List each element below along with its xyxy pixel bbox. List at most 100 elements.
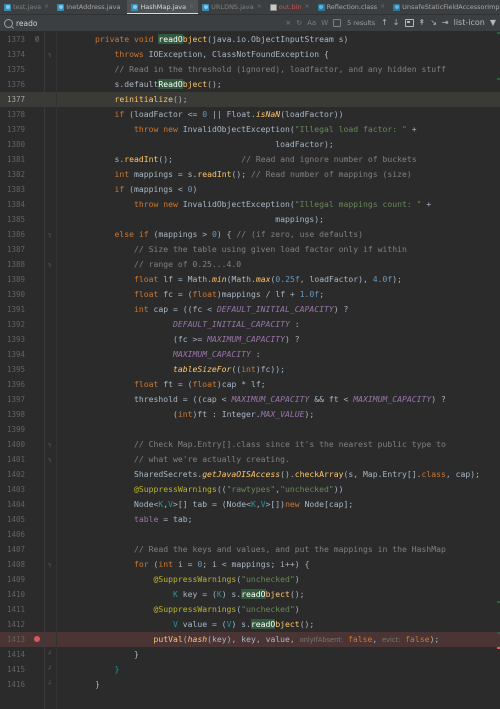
code-line[interactable]: 1392 DEFAULT_INITIAL_CAPACITY : <box>0 317 500 332</box>
code-line[interactable]: 1376 s.defaultReadObject(); <box>0 77 500 92</box>
editor-tab-urldns-java[interactable]: URLDNS.java× <box>198 0 266 14</box>
line-number[interactable]: 1389 <box>0 272 30 287</box>
line-number[interactable]: 1391 <box>0 302 30 317</box>
line-number[interactable]: 1395 <box>0 362 30 377</box>
code-line[interactable]: 1377 reinitialize(); <box>0 92 500 107</box>
line-number[interactable]: 1402 <box>0 467 30 482</box>
line-number[interactable]: 1384 <box>0 197 30 212</box>
code-line[interactable]: 1396 float ft = (float)cap * lf; <box>0 377 500 392</box>
line-number[interactable]: 1393 <box>0 332 30 347</box>
code-line[interactable]: 1380 loadFactor); <box>0 137 500 152</box>
code-line[interactable]: 1407 // Read the keys and values, and pu… <box>0 542 500 557</box>
search-history-icon[interactable]: ↻ <box>296 20 302 27</box>
code-editor[interactable]: 1373@ private void readObject(java.io.Ob… <box>0 32 500 709</box>
regex-icon[interactable] <box>333 19 341 27</box>
match-case-icon[interactable]: Aa <box>307 20 316 27</box>
code-text[interactable]: K key = (K) s.readObject(); <box>56 587 500 602</box>
line-number[interactable]: 1397 <box>0 392 30 407</box>
code-text[interactable]: else if (mappings > 0) { // (if zero, us… <box>56 227 500 242</box>
code-text[interactable]: int mappings = s.readInt(); // Read numb… <box>56 167 500 182</box>
code-text[interactable]: mappings); <box>56 212 500 227</box>
line-number[interactable]: 1415 <box>0 662 30 677</box>
code-line[interactable]: 1398 (int)ft : Integer.MAX_VALUE); <box>0 407 500 422</box>
code-text[interactable]: threshold = ((cap < MAXIMUM_CAPACITY && … <box>56 392 500 407</box>
search-options-group[interactable]: × ↻ Aa W <box>285 19 341 27</box>
filter-icon[interactable]: ▼ <box>490 19 496 27</box>
code-line[interactable]: 1409 @SuppressWarnings("unchecked") <box>0 572 500 587</box>
code-line[interactable]: 1383 if (mappings < 0) <box>0 182 500 197</box>
code-line[interactable]: 1406 <box>0 527 500 542</box>
code-line[interactable]: 1412 V value = (V) s.readObject(); <box>0 617 500 632</box>
close-icon[interactable]: × <box>44 0 49 14</box>
fold-marker-icon[interactable]: ┐ <box>44 227 56 242</box>
code-text[interactable]: float ft = (float)cap * lf; <box>56 377 500 392</box>
fold-marker-icon[interactable]: ┐ <box>44 47 56 62</box>
line-number[interactable]: 1383 <box>0 182 30 197</box>
line-number[interactable]: 1413 <box>0 632 30 647</box>
fold-marker-icon[interactable]: ┘ <box>44 662 56 677</box>
line-number[interactable]: 1410 <box>0 587 30 602</box>
fold-marker-icon[interactable]: ┐ <box>44 257 56 272</box>
line-number[interactable]: 1373 <box>0 32 30 47</box>
line-number[interactable]: 1390 <box>0 287 30 302</box>
find-toolbar[interactable]: reado × ↻ Aa W 5 results ↑ ↓ ↟ ↘ ⇥ list-… <box>0 15 500 32</box>
code-line[interactable]: 1415 ┘ } <box>0 662 500 677</box>
close-icon[interactable]: × <box>257 0 262 14</box>
code-text[interactable]: (int)ft : Integer.MAX_VALUE); <box>56 407 500 422</box>
code-text[interactable]: tableSizeFor((int)fc)); <box>56 362 500 377</box>
code-text[interactable]: MAXIMUM_CAPACITY : <box>56 347 500 362</box>
editor-tab-unsafestaticfieldaccessorimpl-class[interactable]: UnsafeStaticFieldAccessorImpl.class× <box>389 0 500 14</box>
line-number[interactable]: 1376 <box>0 77 30 92</box>
close-icon[interactable]: × <box>380 0 385 14</box>
code-line-list[interactable]: 1373@ private void readObject(java.io.Ob… <box>0 32 500 692</box>
line-number[interactable]: 1380 <box>0 137 30 152</box>
code-text[interactable]: s.readInt(); // Read and ignore number o… <box>56 152 500 167</box>
code-line[interactable]: 1382 int mappings = s.readInt(); // Read… <box>0 167 500 182</box>
line-number[interactable]: 1406 <box>0 527 30 542</box>
fold-marker-icon[interactable]: ┘ <box>44 647 56 662</box>
line-number[interactable]: 1404 <box>0 497 30 512</box>
code-line[interactable]: 1414┘ } <box>0 647 500 662</box>
code-text[interactable]: SharedSecrets.getJavaOISAccess().checkAr… <box>56 467 500 482</box>
code-line[interactable]: 1401┐ // what we're actually creating. <box>0 452 500 467</box>
line-number[interactable]: 1374 <box>0 47 30 62</box>
code-line[interactable]: 1416┘ } <box>0 677 500 692</box>
code-text[interactable]: @SuppressWarnings("unchecked") <box>56 602 500 617</box>
code-line[interactable]: 1403 @SuppressWarnings(("rawtypes","unch… <box>0 482 500 497</box>
line-number[interactable]: 1381 <box>0 152 30 167</box>
line-number[interactable]: 1400 <box>0 437 30 452</box>
line-number[interactable]: 1405 <box>0 512 30 527</box>
line-number[interactable]: 1414 <box>0 647 30 662</box>
code-line[interactable]: 1387 // Size the table using given load … <box>0 242 500 257</box>
code-text[interactable]: throws IOException, ClassNotFoundExcepti… <box>56 47 500 62</box>
code-line[interactable]: 1408 ┐ for (int i = 0; i < mappings; i++)… <box>0 557 500 572</box>
editor-tab-bar[interactable]: test.java×InetAddress.javaHashMap.java×U… <box>0 0 500 15</box>
editor-tab-hashmap-java[interactable]: HashMap.java× <box>127 0 198 14</box>
fold-marker-icon[interactable]: ┐ <box>44 452 56 467</box>
line-number[interactable]: 1392 <box>0 317 30 332</box>
line-number[interactable]: 1408 <box>0 557 30 572</box>
code-text[interactable]: } <box>56 662 500 677</box>
code-line[interactable]: 1395 tableSizeFor((int)fc)); <box>0 362 500 377</box>
code-line[interactable]: 1391 int cap = ((fc < DEFAULT_INITIAL_CA… <box>0 302 500 317</box>
breakpoint-icon[interactable] <box>30 632 44 647</box>
line-number[interactable]: 1416 <box>0 677 30 692</box>
code-text[interactable]: @SuppressWarnings("unchecked") <box>56 572 500 587</box>
code-line[interactable]: 1388┐ // range of 0.25...4.0 <box>0 257 500 272</box>
line-number[interactable]: 1382 <box>0 167 30 182</box>
clear-search-icon[interactable]: × <box>285 20 291 27</box>
code-text[interactable]: float fc = (float)mappings / lf + 1.0f; <box>56 287 500 302</box>
code-line[interactable]: 1404 Node<K,V>[] tab = (Node<K,V>[])new … <box>0 497 500 512</box>
code-line[interactable]: 1413 putVal(hash(key), key, value, onlyI… <box>0 632 500 647</box>
line-number[interactable]: 1378 <box>0 107 30 122</box>
find-list-icon[interactable]: list-icon <box>454 19 485 27</box>
code-text[interactable]: reinitialize(); <box>56 92 500 107</box>
fold-marker-icon[interactable]: ┐ <box>44 557 56 572</box>
code-line[interactable]: 1378 if (loadFactor <= 0 || Float.isNaN(… <box>0 107 500 122</box>
line-number[interactable]: 1379 <box>0 122 30 137</box>
line-number[interactable]: 1401 <box>0 452 30 467</box>
code-text[interactable]: for (int i = 0; i < mappings; i++) { <box>56 557 500 572</box>
line-number[interactable]: 1385 <box>0 212 30 227</box>
code-text[interactable]: putVal(hash(key), key, value, onlyIfAbse… <box>56 632 500 648</box>
editor-tab-inetaddress-java[interactable]: InetAddress.java <box>53 0 127 14</box>
